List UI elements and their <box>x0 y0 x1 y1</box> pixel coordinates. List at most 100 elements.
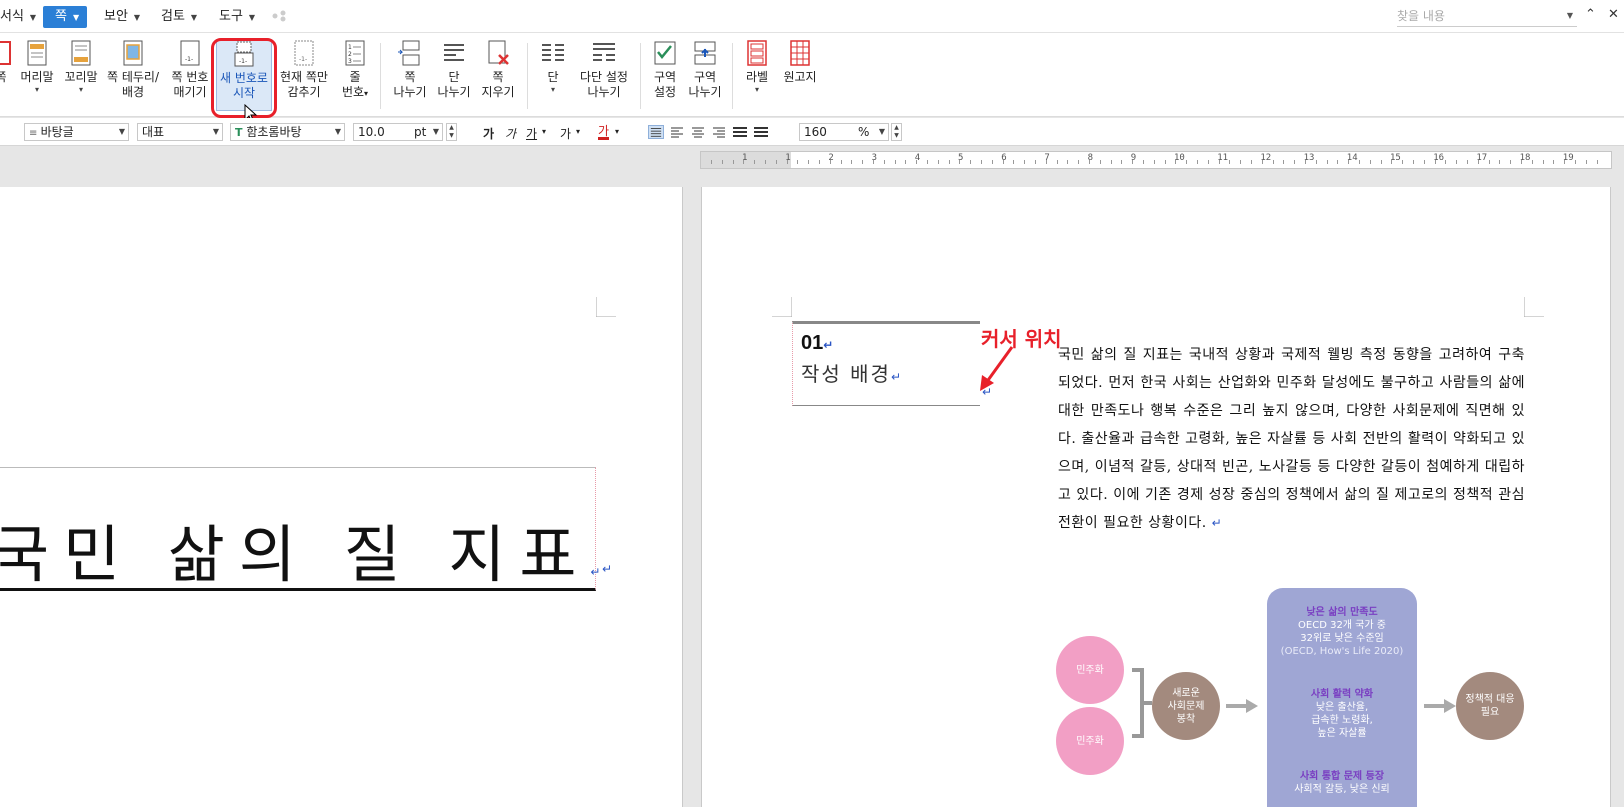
ruler-tick <box>927 160 928 164</box>
ruler-tick <box>1056 160 1058 164</box>
chevron-down-icon: ▼ <box>29 13 37 22</box>
body-paragraph-text: 국민 삶의 질 지표는 국내적 상황과 국제적 웰빙 측정 동향을 고려하여 구… <box>1058 347 1525 531</box>
section-settings-button[interactable]: 구역 설정 <box>648 40 682 100</box>
style-select[interactable]: ≡ 바탕글 ▼ <box>24 123 129 141</box>
font-color-button[interactable]: 가 <box>598 125 610 140</box>
align-justify-icon[interactable] <box>648 125 664 139</box>
menu-page[interactable]: 쪽 ▼ <box>43 6 88 28</box>
columns-button[interactable]: 단 ▾ <box>536 40 570 95</box>
share-icon[interactable] <box>272 10 286 22</box>
underline-button[interactable]: 가 <box>526 125 537 142</box>
paragraph-mark-icon: ↵ <box>1211 516 1223 530</box>
align-distribute-icon[interactable] <box>732 125 748 139</box>
section-break-label-1: 구역 <box>693 70 717 84</box>
ruler-tick <box>1553 160 1555 164</box>
ruler-tick <box>1369 160 1371 164</box>
chevron-down-icon[interactable]: ▾ <box>542 127 546 136</box>
ribbon-separator <box>732 43 733 109</box>
page-border-icon <box>123 40 143 66</box>
menu-security[interactable]: 보안 ▼ <box>104 6 140 28</box>
document-page-right[interactable]: 01↵ 작성 배경↵ ↵ 커서 위치 국민 삶의 질 지표는 국내적 상황과 국… <box>701 187 1611 807</box>
page-number-label-1: 쪽 번호 <box>171 70 209 84</box>
page-number-label-2: 매기기 <box>173 85 207 99</box>
page-break-button[interactable]: 쪽 나누기 <box>390 40 430 100</box>
ruler-tick <box>1315 160 1317 164</box>
label-button[interactable]: 라벨 ▾ <box>742 40 772 95</box>
multi-column-button[interactable]: 다단 설정 나누기 <box>576 40 632 100</box>
policy-response-circle: 정책적 대응 필요 <box>1456 672 1524 740</box>
menu-review[interactable]: 검토 ▼ <box>161 6 197 28</box>
ruler-tick <box>765 160 766 164</box>
bold-button[interactable]: 가 <box>483 125 494 142</box>
ruler-tick <box>1596 160 1598 164</box>
new-social-problems-circle: 새로운 사회문제 봉착 <box>1152 672 1220 740</box>
delete-page-button[interactable]: 쪽 지우기 <box>478 40 518 100</box>
page-break-label-2: 나누기 <box>393 85 427 99</box>
ruler-tick <box>1218 160 1220 164</box>
chevron-down-icon: ▼ <box>248 13 256 22</box>
manuscript-button[interactable]: 원고지 <box>780 40 820 85</box>
body-paragraph[interactable]: 국민 삶의 질 지표는 국내적 상황과 국제적 웰빙 측정 동향을 고려하여 구… <box>1058 341 1525 537</box>
align-center-icon[interactable] <box>690 125 706 139</box>
search-input[interactable]: 찾을 내용 ▼ <box>1397 5 1577 27</box>
ruler-tick <box>905 160 907 164</box>
menu-tools[interactable]: 도구 ▼ <box>219 6 255 28</box>
section-number-text: 01 <box>801 332 824 354</box>
svg-text:1: 1 <box>348 44 352 51</box>
strikethrough-button[interactable]: 가 <box>560 125 571 142</box>
menu-format[interactable]: 서식 ▼ <box>0 6 36 28</box>
page-border-label-2: 배경 <box>121 85 145 99</box>
font-select[interactable]: T 함초롬바탕 ▼ <box>230 123 345 141</box>
style-icon: ≡ <box>29 128 41 139</box>
document-page-left[interactable]: 국민 삶의 질 지표↵ ↵ <box>0 187 683 807</box>
align-split-icon[interactable] <box>753 125 769 139</box>
page-number-icon: -1- <box>180 40 200 66</box>
close-icon[interactable]: ✕ <box>1608 7 1619 22</box>
column-break-button[interactable]: 단 나누기 <box>434 40 474 100</box>
zoom-spinner[interactable]: ▲ ▼ <box>891 123 902 141</box>
footer-button[interactable]: 꼬리말 ▾ <box>62 40 100 95</box>
section-break-icon <box>694 41 716 65</box>
hide-current-page-button[interactable]: -1- 현재 쪽만 감추기 <box>276 40 332 100</box>
chevron-down-icon[interactable]: ▼ <box>1567 5 1573 27</box>
section-title: 작성 배경↵ <box>801 358 903 387</box>
font-size-spinner[interactable]: ▲ ▼ <box>446 123 457 141</box>
section-heading-box[interactable]: 01↵ 작성 배경↵ <box>792 321 980 406</box>
document-title[interactable]: 국민 삶의 질 지표 ↵ <box>0 504 614 594</box>
italic-button[interactable]: 가 <box>505 125 516 142</box>
header-button[interactable]: 머리말 ▾ <box>18 40 56 95</box>
page-number-button[interactable]: -1- 쪽 번호 매기기 <box>168 40 212 100</box>
ruler-tick <box>1024 160 1026 164</box>
middle-circle-label: 새로운 사회문제 봉착 <box>1167 687 1205 725</box>
menu-review-label: 검토 <box>161 9 185 24</box>
page-button[interactable]: 쪽 <box>0 40 11 85</box>
ruler-tick <box>1456 160 1458 164</box>
page-border-button[interactable]: 쪽 테두리/ 배경 <box>103 40 163 100</box>
line-number-button[interactable]: 123 줄 번호▾ <box>338 40 372 101</box>
ruler-tick <box>1348 160 1350 164</box>
chevron-down-icon[interactable]: ▾ <box>615 127 619 136</box>
ruler-tick <box>1153 160 1155 164</box>
ruler-tick <box>1078 160 1080 164</box>
delete-page-label-1: 쪽 <box>492 70 504 84</box>
horizontal-ruler[interactable]: 1 1 2 3 4 5 6 7 8 9 10 11 12 13 14 15 16 17 18 19 <box>700 151 1612 169</box>
circle-bottom-label: 민주화 <box>1076 735 1104 747</box>
align-left-icon[interactable] <box>669 125 685 139</box>
chevron-down-icon: ▼ <box>878 127 885 136</box>
manuscript-label: 원고지 <box>783 70 817 84</box>
font-lang-select[interactable]: 대표 ▼ <box>137 123 223 141</box>
title-box[interactable]: 국민 삶의 질 지표↵ <box>0 467 600 591</box>
chevron-down-icon[interactable]: ▾ <box>576 127 580 136</box>
ruler-tick <box>1542 160 1544 164</box>
issue-block-2: 사회 활력 약화 낮은 출산율, 급속한 노령화, 높은 자살률 <box>1267 688 1417 740</box>
collapse-ribbon-icon[interactable]: ⌃ <box>1585 7 1596 22</box>
zoom-input[interactable]: 160% ▼ <box>799 123 889 141</box>
font-size-input[interactable]: 10.0 pt ▼ <box>353 123 443 141</box>
align-right-icon[interactable] <box>711 125 727 139</box>
ruler-tick <box>1305 160 1306 164</box>
democratization-circle-bottom: 민주화 <box>1056 707 1124 775</box>
section-break-button[interactable]: 구역 나누기 <box>688 40 722 100</box>
menu-security-label: 보안 <box>104 9 128 24</box>
ruler-tick <box>1510 160 1512 164</box>
chevron-down-icon: ▾ <box>550 85 555 94</box>
